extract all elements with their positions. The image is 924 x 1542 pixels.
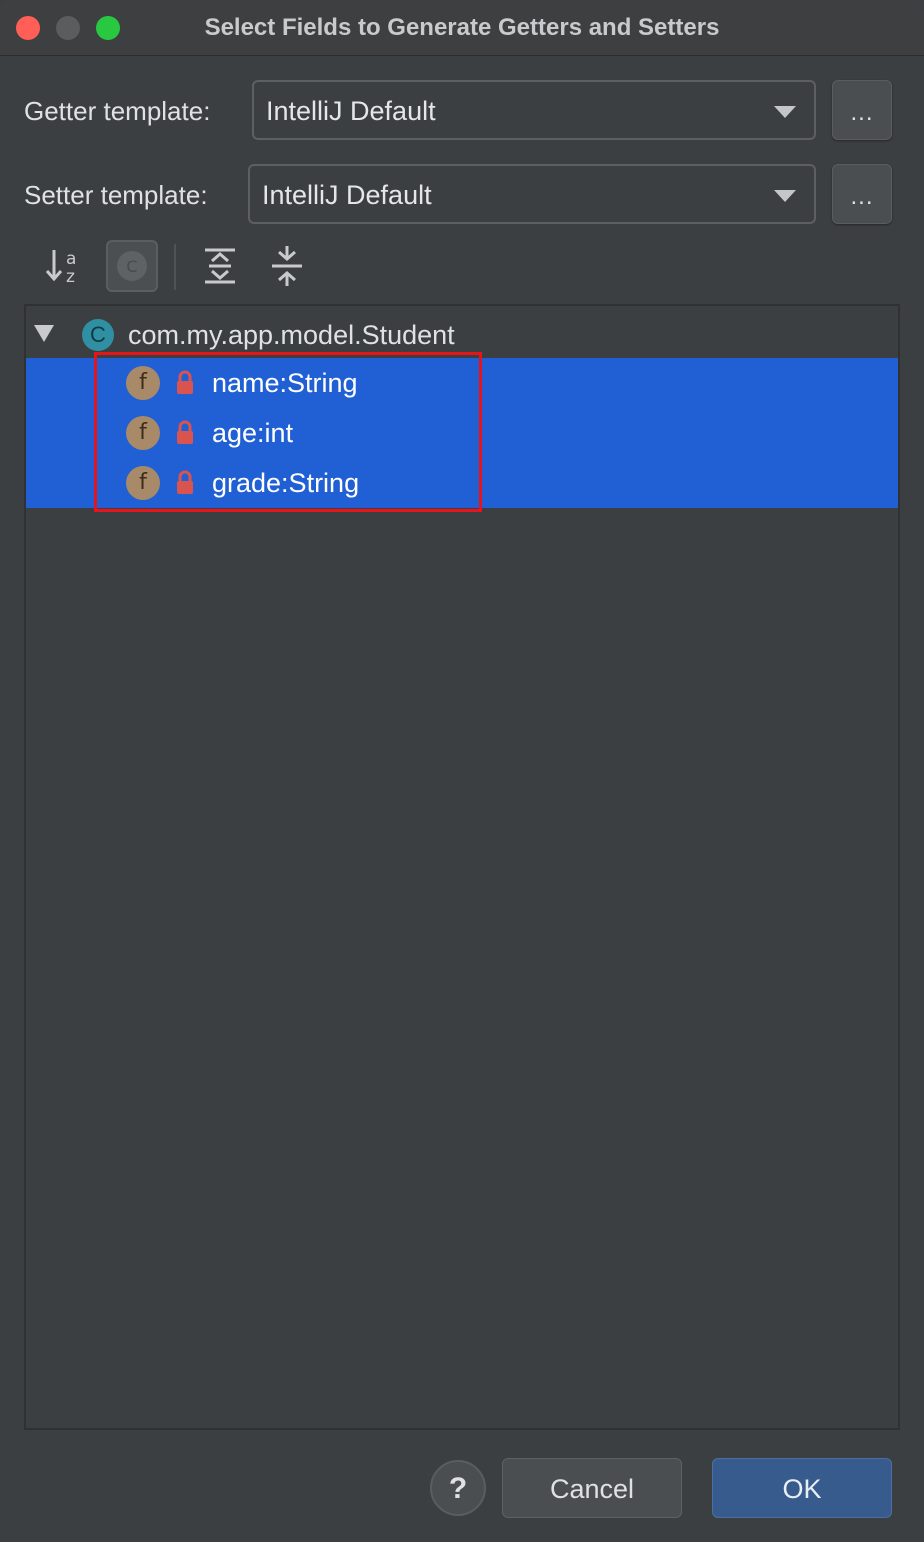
ok-button[interactable]: OK [712,1458,892,1518]
selected-fields: f name:String f age:int f grade:String [26,358,898,508]
field-icon: f [126,366,160,400]
setter-template-combo[interactable]: IntelliJ Default [248,164,816,224]
help-button[interactable]: ? [430,1460,486,1516]
field-icon: f [126,466,160,500]
help-icon: ? [448,1472,468,1505]
lock-icon [177,370,193,394]
lock-icon [177,420,193,444]
chevron-down-icon [774,106,796,118]
setter-template-label: Setter template: [24,180,208,210]
toolbar-separator [174,244,176,290]
svg-text:z: z [66,267,75,287]
getter-template-label: Getter template: [24,96,211,126]
chevron-down-icon [774,190,796,202]
tree-toolbar: a z C [40,240,340,296]
getter-template-combo[interactable]: IntelliJ Default [252,80,816,140]
getter-template-more-button[interactable]: ... [832,80,892,140]
title-bar: Select Fields to Generate Getters and Se… [0,0,924,56]
expand-all-icon[interactable] [195,240,247,292]
field-row-grade[interactable]: f grade:String [26,458,898,508]
member-tree[interactable]: C com.my.app.model.Student f name:String… [24,304,900,1430]
getter-more-label: ... [850,99,874,126]
expand-triangle-icon[interactable] [34,325,54,342]
setter-template-row: Setter template: IntelliJ Default ... [24,164,894,224]
show-classes-toggle[interactable]: C [106,240,158,292]
field-label: grade:String [212,468,360,498]
setter-template-value: IntelliJ Default [262,180,432,210]
sort-alphabetically-icon[interactable]: a z [42,240,94,292]
setter-template-more-button[interactable]: ... [832,164,892,224]
getter-template-row: Getter template: IntelliJ Default ... [24,80,894,140]
class-name-label: com.my.app.model.Student [128,320,455,350]
cancel-button[interactable]: Cancel [502,1458,682,1518]
field-label: name:String [212,368,358,398]
class-icon: C [82,319,114,351]
field-row-name[interactable]: f name:String [26,358,898,408]
lock-icon [177,470,193,494]
svg-text:a: a [66,249,76,269]
class-icon: C [117,251,147,281]
setter-more-label: ... [850,183,874,210]
dialog-window: Select Fields to Generate Getters and Se… [0,0,924,1542]
collapse-all-icon[interactable] [262,240,314,292]
field-icon: f [126,416,160,450]
field-row-age[interactable]: f age:int [26,408,898,458]
svg-text:C: C [126,257,137,276]
dialog-title: Select Fields to Generate Getters and Se… [204,14,720,41]
tree-root-class[interactable]: C com.my.app.model.Student [26,310,898,360]
getter-template-value: IntelliJ Default [266,96,436,126]
field-label: age:int [212,418,294,448]
